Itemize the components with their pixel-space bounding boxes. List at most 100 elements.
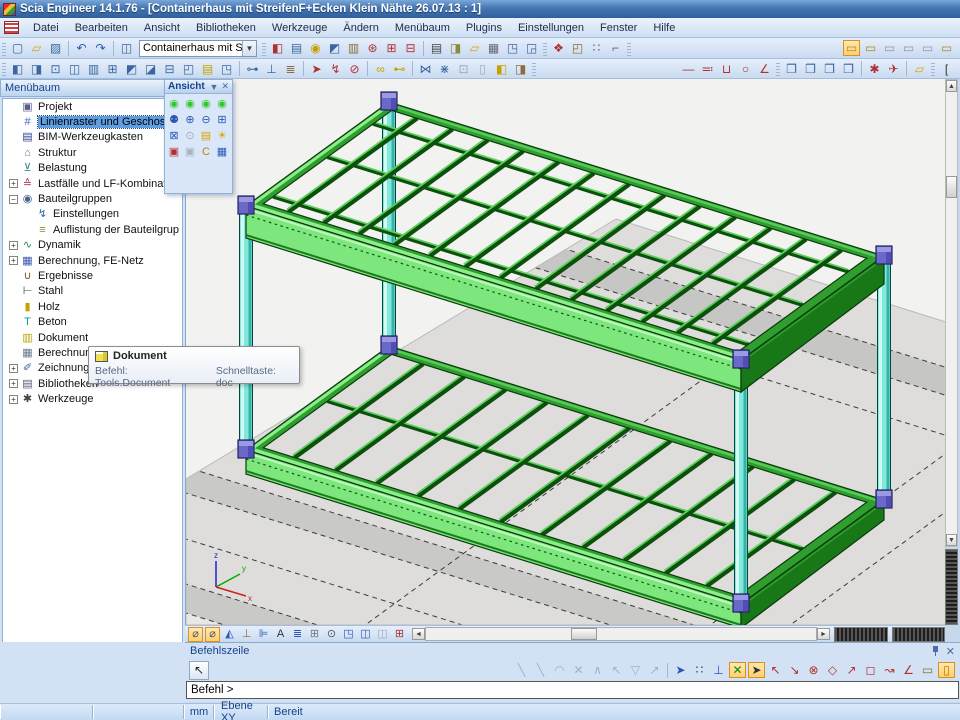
dimension-icon[interactable]: ≕ (699, 61, 716, 77)
tree-item-bauteilgruppen[interactable]: −◉Bauteilgruppen (3, 191, 182, 206)
node-snap-icon[interactable]: ◇ (824, 662, 841, 678)
catalog-block-icon[interactable]: ▤ (199, 61, 216, 77)
menu-ndern[interactable]: Ändern (335, 20, 386, 36)
units-icon[interactable]: ◧ (269, 40, 286, 56)
slab-icon[interactable]: ▥ (85, 61, 102, 77)
menu-bibliotheken[interactable]: Bibliotheken (188, 20, 264, 36)
print-preview-icon[interactable]: ◨ (447, 40, 464, 56)
tree-item-ergebnisse[interactable]: ∪Ergebnisse (3, 268, 182, 283)
node-display-icon[interactable]: ⊙ (324, 627, 339, 642)
angle-icon[interactable]: ∠ (756, 61, 773, 77)
view-window-2-icon[interactable]: ❒ (802, 61, 819, 77)
tree-item-berechnung-fe[interactable]: +▦Berechnung, FE-Netz (3, 253, 182, 268)
midpoint-snap-icon[interactable]: ✕ (729, 662, 746, 678)
folder-yellow-icon[interactable]: ▱ (911, 61, 928, 77)
chevron-down-icon[interactable]: ▼ (210, 82, 219, 92)
command-input[interactable]: Befehl > (186, 681, 959, 699)
camera-disabled-icon[interactable]: ▣ (183, 145, 198, 160)
toolbar-grip[interactable] (776, 61, 780, 76)
dot-grid-snap-icon[interactable]: ∷ (691, 662, 708, 678)
toolbar-grip[interactable] (532, 61, 536, 76)
column-icon[interactable]: ◨ (28, 61, 45, 77)
palette-icon[interactable]: ❖ (550, 40, 567, 56)
snap-line-icon[interactable]: ╲ (513, 662, 530, 678)
mesh-display-icon[interactable]: ⊞ (307, 627, 322, 642)
camera-icon[interactable]: ▣ (167, 145, 182, 160)
close-icon[interactable]: ✕ (221, 81, 229, 92)
dimension-style-icon[interactable]: ⌐ (607, 40, 624, 56)
view-parameters-icon[interactable]: ▦ (215, 145, 230, 160)
zoom-document-icon[interactable]: ◰ (569, 40, 586, 56)
tree-item-dynamik[interactable]: +∿Dynamik (3, 238, 182, 253)
tree-expander-icon[interactable]: + (9, 379, 18, 388)
curve-snap-icon[interactable]: ↝ (881, 662, 898, 678)
menu-tree-header[interactable]: Menübaum (0, 79, 185, 97)
snap-cross-icon[interactable]: ✕ (570, 662, 587, 678)
scroll-right-icon[interactable]: ► (817, 628, 830, 640)
extend-icon[interactable]: ◨ (512, 61, 529, 77)
document-find-icon[interactable]: ◲ (523, 40, 540, 56)
snap-settings-icon[interactable]: ▯ (938, 662, 955, 678)
clipping-box-icon[interactable]: ▤ (199, 129, 214, 144)
window-view-grey-icon[interactable]: ◫ (375, 627, 390, 642)
cursor-flag-icon[interactable]: ➤ (672, 662, 689, 678)
ansicht-panel-header[interactable]: Ansicht ▼ ✕ (165, 80, 232, 94)
status-plane[interactable]: Ebene XY (214, 705, 268, 719)
viewport-horizontal-scrollbar[interactable]: ◄ ► (412, 627, 830, 642)
tree-expander-icon[interactable]: − (9, 195, 18, 204)
point-snap-icon[interactable]: ∠ (900, 662, 917, 678)
haunch-icon[interactable]: ◪ (142, 61, 159, 77)
snap-arc-icon[interactable]: ◠ (551, 662, 568, 678)
new-project-icon[interactable]: ▢ (9, 40, 26, 56)
trim-icon[interactable]: ◧ (493, 61, 510, 77)
fly-mode-icon[interactable]: ✈ (885, 61, 902, 77)
layers-icon[interactable]: ▤ (288, 40, 305, 56)
document-new-icon[interactable]: ◳ (504, 40, 521, 56)
general-solid-icon[interactable]: ◳ (218, 61, 235, 77)
snap-tri-icon[interactable]: ▽ (627, 662, 644, 678)
status-units[interactable]: mm (184, 705, 214, 719)
labels-display-icon[interactable]: A (273, 627, 288, 642)
bracket-end-icon[interactable]: [ (938, 61, 955, 77)
window-tile-icon[interactable]: ▭ (862, 40, 879, 56)
move-icon[interactable]: ⊷ (391, 61, 408, 77)
close-icon[interactable]: ✕ (946, 645, 955, 658)
select-poly-icon[interactable]: ↯ (327, 61, 344, 77)
view-z-icon[interactable]: ◉ (199, 97, 214, 112)
view-window-3-icon[interactable]: ❒ (821, 61, 838, 77)
tree-item-linienraster[interactable]: #Linienraster und Geschosse (3, 114, 182, 129)
tree-expander-icon[interactable]: + (9, 395, 18, 404)
rotate-icon[interactable]: ⋇ (436, 61, 453, 77)
ruler-snap-icon[interactable]: ▭ (919, 662, 936, 678)
scale-grey-icon[interactable]: ⊡ (455, 61, 472, 77)
scroll-left-icon[interactable]: ◄ (412, 628, 425, 640)
opening-icon[interactable]: ⊞ (104, 61, 121, 77)
intersection-snap-icon[interactable]: ↘ (786, 662, 803, 678)
tree-item-lastfaelle[interactable]: +≙Lastfälle und LF-Kombinatio (3, 176, 182, 191)
toolbar-grip[interactable] (627, 41, 631, 56)
snap-dir-icon[interactable]: ↖ (608, 662, 625, 678)
toolbar-grip[interactable] (2, 61, 6, 76)
circle-icon[interactable]: ○ (737, 61, 754, 77)
viewport-vertical-scrollbar[interactable]: ▲ ▼ (945, 79, 958, 547)
scroll-up-icon[interactable]: ▲ (946, 80, 957, 92)
rib-icon[interactable]: ◩ (123, 61, 140, 77)
steel-display-icon[interactable]: ⊫ (256, 627, 271, 642)
menu-einstellungen[interactable]: Einstellungen (510, 20, 592, 36)
mirror-icon[interactable]: ⋈ (417, 61, 434, 77)
clip-back-icon[interactable]: ⌀ (205, 627, 220, 642)
edge-snap-icon[interactable]: ◻ (862, 662, 879, 678)
window-view-icon[interactable]: ◫ (358, 627, 373, 642)
zoom-window-icon[interactable]: ⊞ (215, 113, 230, 128)
menu-menbaum[interactable]: Menübaum (387, 20, 458, 36)
bracket-icon[interactable]: ⊔ (718, 61, 735, 77)
chevron-down-icon[interactable]: ▼ (242, 41, 256, 56)
tree-item-beton[interactable]: TBeton (3, 314, 182, 329)
hinge-icon[interactable]: ⊶ (244, 61, 261, 77)
zoom-out-icon[interactable]: ⊖ (199, 113, 214, 128)
menu-datei[interactable]: Datei (25, 20, 67, 36)
ruler-points-icon[interactable]: ∷ (588, 40, 605, 56)
title-bar[interactable]: Scia Engineer 14.1.76 - [Containerhaus m… (0, 0, 960, 18)
clipboard-c-icon[interactable]: C (199, 145, 214, 160)
stretch-icon[interactable]: ▯ (474, 61, 491, 77)
